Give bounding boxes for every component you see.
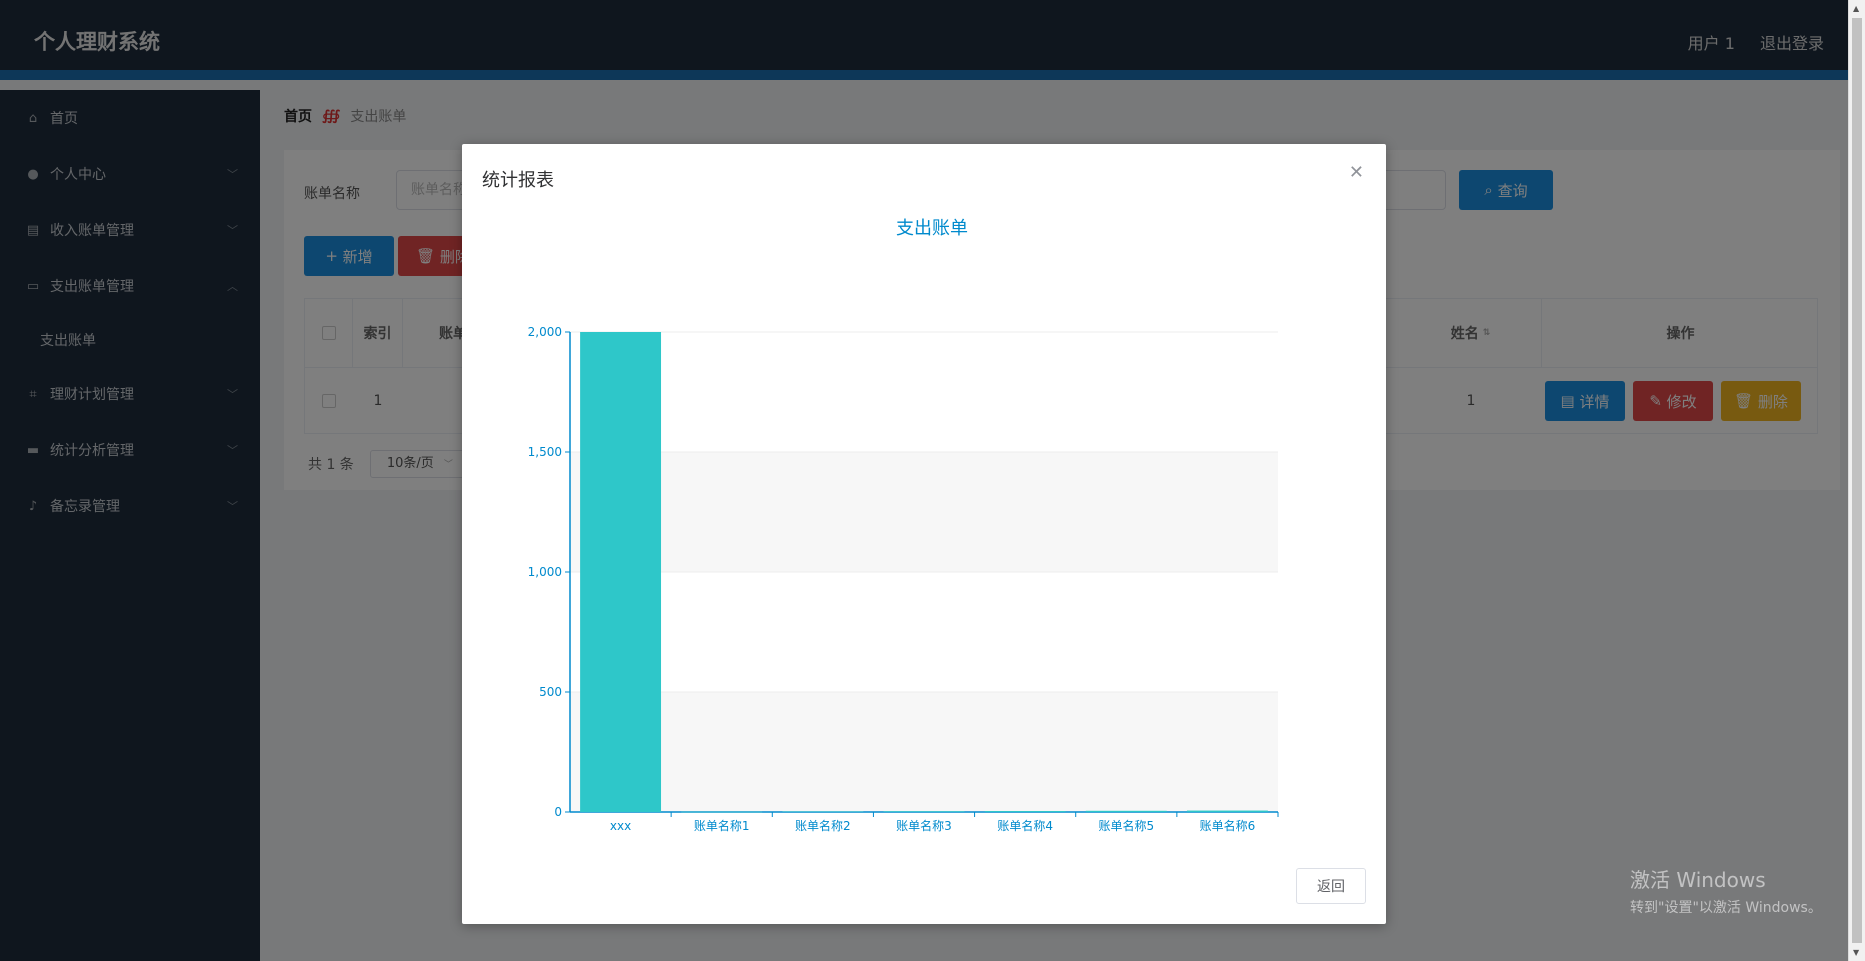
chart-bar bbox=[1186, 810, 1268, 812]
x-tick-label: 账单名称2 bbox=[795, 818, 851, 833]
y-tick-label: 0 bbox=[554, 805, 562, 819]
page-scrollbar[interactable]: ▲ ▼ bbox=[1848, 0, 1865, 961]
chart-bar bbox=[580, 332, 662, 812]
chart-bar bbox=[782, 811, 864, 813]
scroll-down-icon[interactable]: ▼ bbox=[1853, 948, 1859, 957]
y-tick-label: 2,000 bbox=[528, 325, 562, 339]
watermark-line1: 激活 Windows bbox=[1630, 868, 1766, 892]
modal-title: 统计报表 bbox=[482, 170, 554, 191]
expense-bar-chart: 支出账单 0 500 1,000 1,500 2,000 xxx 账单名称1 账单名称2 账单名称… bbox=[528, 218, 1279, 833]
chart-grid-band bbox=[570, 332, 1278, 452]
close-icon[interactable]: ✕ bbox=[1349, 162, 1364, 183]
chart-bar bbox=[681, 811, 763, 813]
back-button[interactable]: 返回 bbox=[1296, 868, 1366, 904]
chart-grid-band bbox=[570, 452, 1278, 572]
chart-grid-band bbox=[570, 572, 1278, 692]
x-tick-label: 账单名称6 bbox=[1200, 818, 1256, 833]
chart-bar bbox=[984, 811, 1066, 812]
y-tick-label: 500 bbox=[539, 685, 562, 699]
chart-grid-band bbox=[570, 692, 1278, 812]
scroll-up-icon[interactable]: ▲ bbox=[1853, 4, 1859, 13]
watermark-line2: 转到"设置"以激活 Windows。 bbox=[1630, 900, 1822, 916]
scrollbar-thumb[interactable] bbox=[1852, 18, 1862, 943]
y-tick-label: 1,500 bbox=[528, 445, 562, 459]
chart-bar bbox=[883, 811, 965, 812]
x-tick-label: 账单名称4 bbox=[997, 818, 1053, 833]
y-tick-label: 1,000 bbox=[528, 565, 562, 579]
x-tick-label: 账单名称3 bbox=[896, 818, 952, 833]
chart-title: 支出账单 bbox=[896, 218, 968, 239]
x-tick-label: xxx bbox=[610, 819, 631, 833]
x-tick-label: 账单名称5 bbox=[1098, 818, 1154, 833]
stats-report-modal: 统计报表 ✕ 支出账单 0 500 1,000 1,500 2,000 xxx 账单名称1 账单… bbox=[462, 144, 1386, 924]
windows-activation-watermark: 激活 Windows 转到"设置"以激活 Windows。 bbox=[1630, 864, 1822, 917]
chart-bar bbox=[1085, 810, 1167, 812]
x-tick-label: 账单名称1 bbox=[694, 818, 750, 833]
